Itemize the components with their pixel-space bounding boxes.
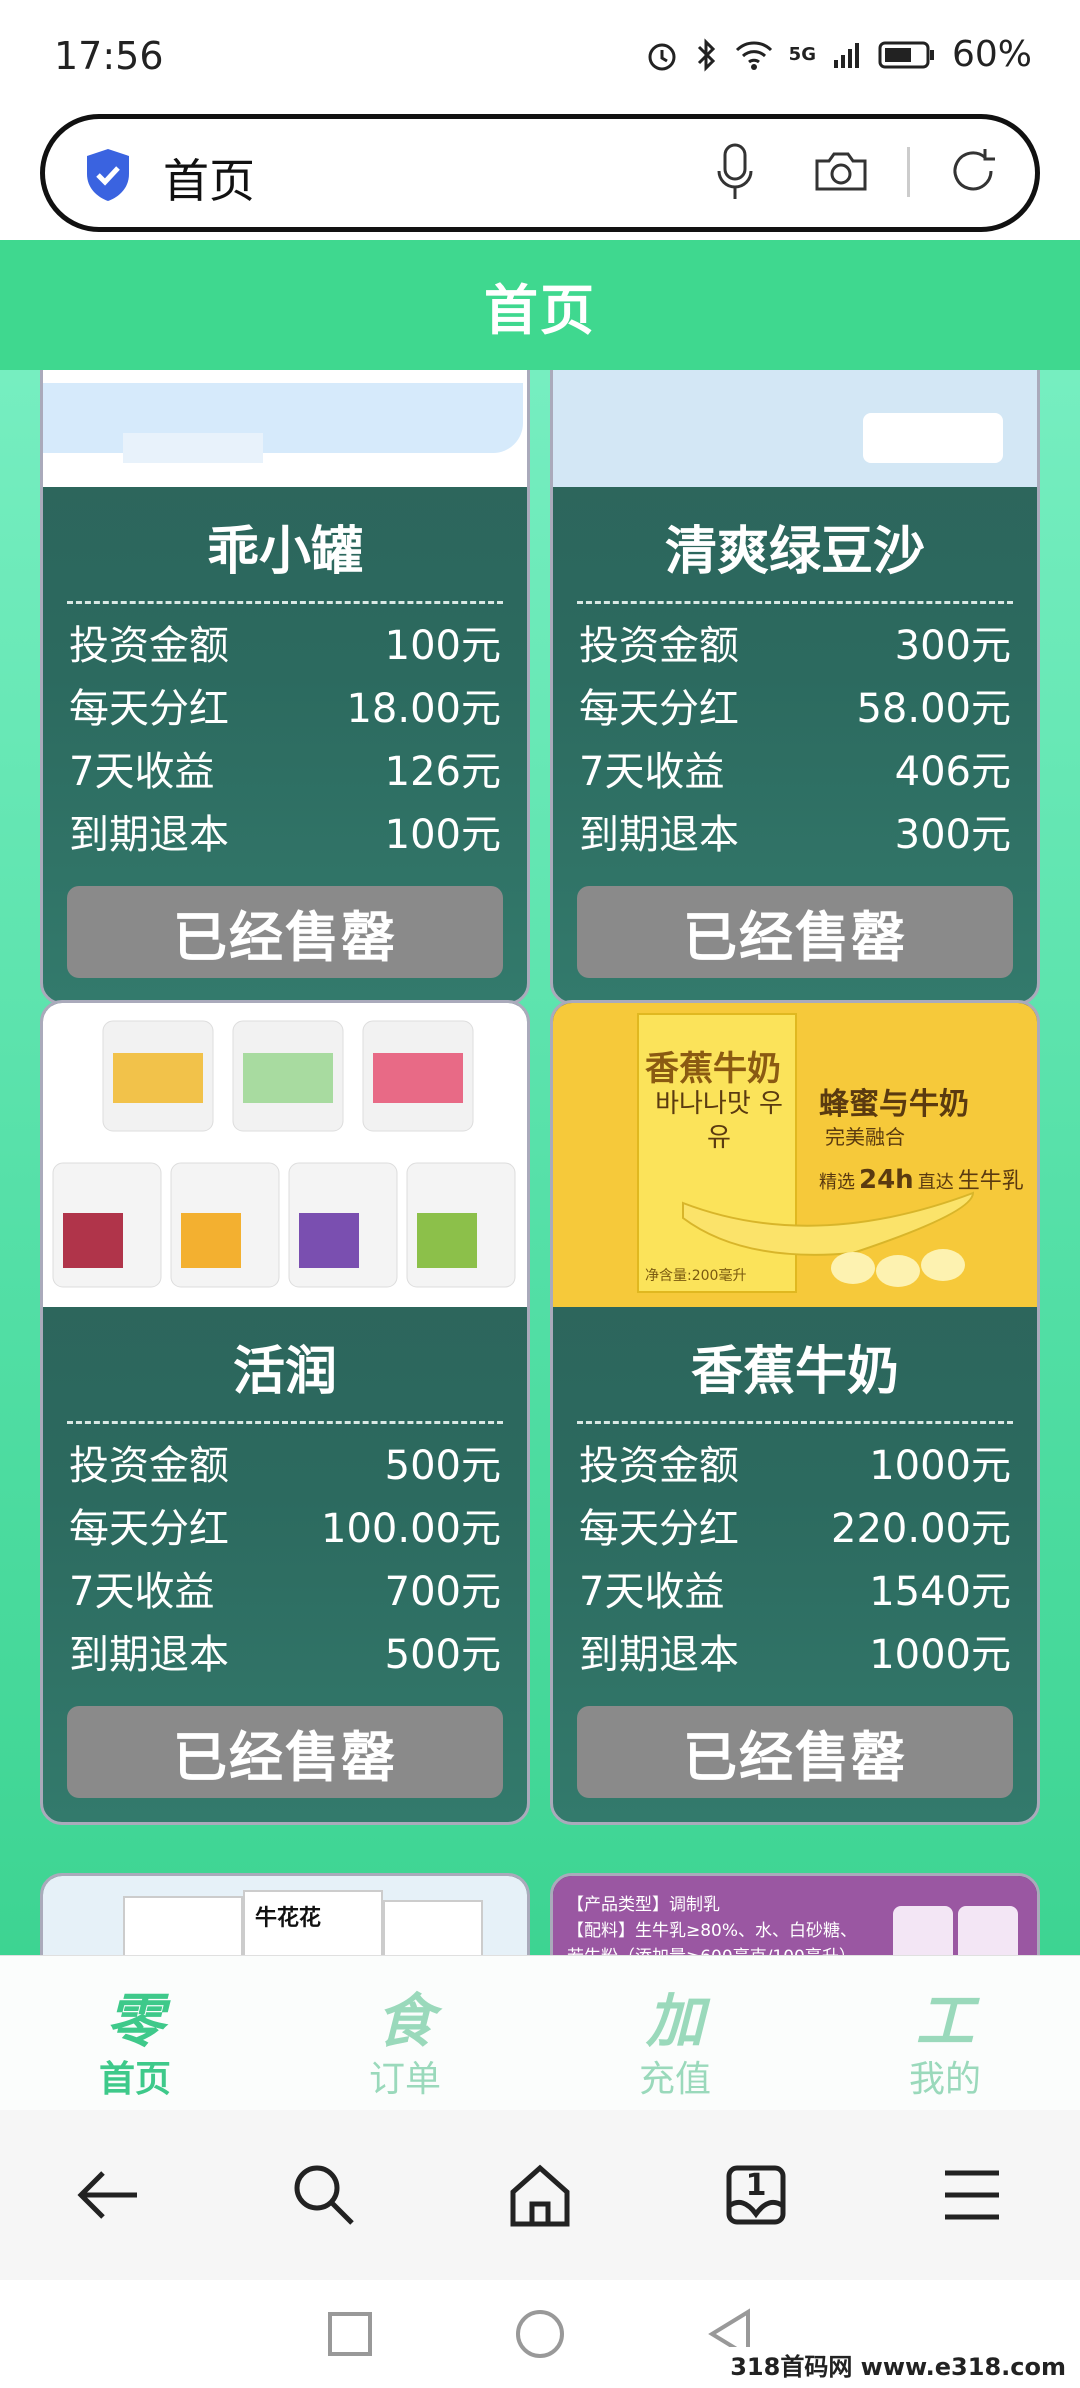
camera-icon[interactable] [813, 147, 869, 195]
page-content: 首页 乖小罐 投资金额 100元 每天分红 18.00元 7天收益 126元 到期退本… [0, 240, 1080, 1955]
info-row: 每天分红 100.00元 [69, 1505, 501, 1552]
info-row: 投资金额 300元 [579, 622, 1011, 669]
tab-count: 1 [745, 2168, 767, 2203]
partial-info-1: 【产品类型】调制乳 [567, 1895, 720, 1915]
info-row: 投资金额 100元 [69, 622, 501, 669]
home-icon: 零 [105, 1987, 164, 2055]
tab-label: 首页 [98, 2059, 171, 2100]
dashed-divider [577, 601, 1013, 604]
tab-recharge[interactable]: 加 充值 [540, 1956, 810, 2110]
product-image: 牛花花 [43, 1876, 527, 1955]
info-row: 7天收益 406元 [579, 748, 1011, 795]
sold-out-button[interactable]: 已经售罄 [67, 1706, 503, 1798]
product-name: 香蕉牛奶 [690, 1342, 899, 1402]
tab-label: 充值 [638, 2059, 711, 2100]
alarm-icon [648, 43, 676, 70]
bluetooth-icon [697, 37, 715, 72]
menu-icon [945, 2170, 999, 2220]
back-arrow-icon [77, 2171, 137, 2219]
info-row: 到期退本 1000元 [579, 1631, 1011, 1678]
product-image [43, 1003, 527, 1307]
dashed-divider [67, 1421, 503, 1424]
browser-address-bar[interactable]: 首页 [40, 114, 1040, 232]
partial-info-3: 若生粉（添加量≥600毫克/100毫升） [567, 1942, 856, 1955]
tab-orders[interactable]: 食 订单 [270, 1956, 540, 2110]
recharge-icon: 加 [645, 1987, 704, 2055]
battery-text: 60% [951, 34, 1032, 75]
banana-illustration [682, 1191, 975, 1287]
product-name: 乖小罐 [206, 522, 363, 582]
status-bar: 17:56 5G 60% [0, 0, 1080, 110]
profile-icon: 工 [915, 1987, 974, 2055]
browser-toolbar: 1 [0, 2110, 1080, 2280]
partial-info-2: 【配料】生牛乳≥80%、水、白砂糖、 [567, 1921, 858, 1941]
app-header: 首页 [0, 240, 1080, 370]
house-icon [510, 2164, 570, 2227]
shield-icon [87, 149, 129, 201]
info-row: 7天收益 126元 [69, 748, 501, 795]
info-row: 投资金额 500元 [69, 1442, 501, 1489]
signal-icon [833, 42, 859, 68]
product-name: 活润 [232, 1342, 337, 1402]
info-row: 到期退本 100元 [69, 811, 501, 858]
status-time: 17:56 [54, 34, 164, 78]
back-button[interactable] [53, 2140, 163, 2250]
product-image: 香蕉牛奶 바나나맛 우유 净含量:200毫升 蜂蜜与牛奶 完美融合 精选 24h 直… [553, 1003, 1037, 1307]
product-card-6: 【产品类型】调制乳 【配料】生牛乳≥80%、水、白砂糖、 若生粉（添加量≥600… [550, 1873, 1040, 1955]
product-name: 清爽绿豆沙 [664, 522, 925, 582]
info-row: 每天分红 58.00元 [579, 685, 1011, 732]
dashed-divider [577, 1421, 1013, 1424]
info-row: 每天分红 220.00元 [579, 1505, 1011, 1552]
watermark: 318首码网 www.e318.com [726, 2347, 1070, 2382]
search-button[interactable] [269, 2140, 379, 2250]
yogurt-cups-image [52, 1020, 516, 1288]
product-image: 【产品类型】调制乳 【配料】生牛乳≥80%、水、白砂糖、 若生粉（添加量≥600… [553, 1876, 1037, 1955]
search-icon [294, 2165, 354, 2225]
menu-button[interactable] [917, 2140, 1027, 2250]
page-title: 首页 [484, 278, 596, 342]
wifi-icon [735, 40, 772, 70]
home-circle-icon[interactable] [514, 2308, 566, 2360]
info-row: 7天收益 1540元 [579, 1568, 1011, 1615]
tab-mine[interactable]: 工 我的 [810, 1956, 1080, 2110]
network-label: 5G [788, 44, 816, 65]
info-row: 到期退本 500元 [69, 1631, 501, 1678]
url-text[interactable]: 首页 [163, 145, 255, 211]
orders-icon: 食 [375, 1987, 434, 2055]
tabs-button[interactable]: 1 [701, 2140, 811, 2250]
info-row: 7天收益 700元 [69, 1568, 501, 1615]
microphone-icon[interactable] [713, 141, 757, 205]
sold-out-button[interactable]: 已经售罄 [577, 886, 1013, 978]
yogurt-label: 牛花花 [255, 1906, 322, 1931]
tab-label: 我的 [908, 2059, 981, 2100]
bar-divider [907, 147, 910, 197]
product-card-4: 香蕉牛奶 바나나맛 우유 净含量:200毫升 蜂蜜与牛奶 完美融合 精选 24h 直… [550, 1000, 1040, 1825]
dashed-divider [67, 601, 503, 604]
tab-home[interactable]: 零 首页 [0, 1956, 270, 2110]
recents-icon[interactable] [326, 2310, 374, 2358]
sold-out-button[interactable]: 已经售罄 [577, 1706, 1013, 1798]
product-card-5: 牛花花 [40, 1873, 530, 1955]
tab-label: 订单 [368, 2059, 441, 2100]
info-row: 投资金额 1000元 [579, 1442, 1011, 1489]
app-tab-bar: 零 首页 食 订单 加 充值 工 我的 [0, 1955, 1080, 2110]
sold-out-button[interactable]: 已经售罄 [67, 886, 503, 978]
info-row: 到期退本 300元 [579, 811, 1011, 858]
info-row: 每天分红 18.00元 [69, 685, 501, 732]
battery-icon [878, 41, 934, 68]
status-icons: 5G 60% [645, 34, 1032, 75]
product-card-3: 活润 投资金额 500元 每天分红 100.00元 7天收益 700元 到期退本 500… [40, 1000, 530, 1825]
home-button[interactable] [485, 2140, 595, 2250]
reload-icon[interactable] [945, 143, 1001, 199]
